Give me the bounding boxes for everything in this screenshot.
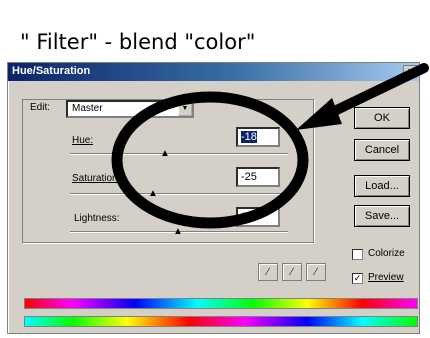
annotation-overlay (111, 63, 429, 229)
annotation-arrow-head (296, 98, 342, 130)
annotation-ellipse (111, 91, 309, 229)
